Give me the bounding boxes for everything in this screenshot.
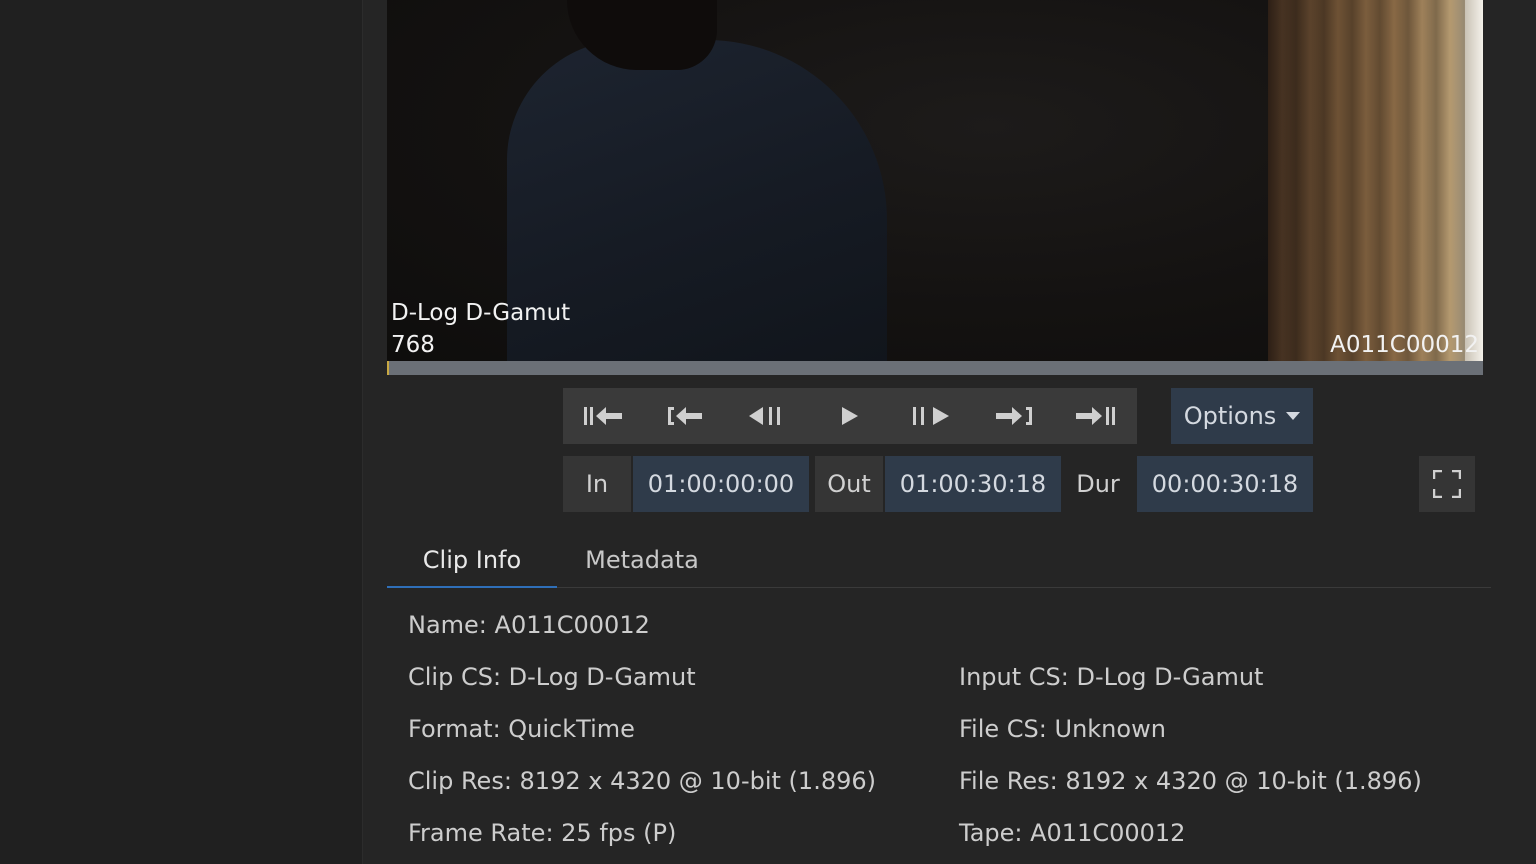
- clip-name-info: Name: A011C00012: [408, 611, 650, 639]
- duration-timecode-field[interactable]: 00:00:30:18: [1137, 456, 1313, 512]
- clip-cs-info: Clip CS: D-Log D-Gamut: [408, 663, 696, 691]
- frame-number-overlay: 768: [391, 332, 435, 358]
- step-back-button[interactable]: [727, 388, 809, 444]
- chevron-down-icon: [1286, 412, 1301, 420]
- step-back-icon: [749, 407, 780, 425]
- step-forward-button[interactable]: [891, 388, 973, 444]
- options-dropdown[interactable]: Options: [1171, 388, 1313, 444]
- out-point-button[interactable]: Out: [815, 456, 883, 512]
- tape-info: Tape: A011C00012: [959, 819, 1186, 847]
- clip-name-overlay: A011C00012: [1330, 332, 1479, 358]
- info-tabs: Clip Info Metadata: [387, 533, 1491, 588]
- in-timecode-field[interactable]: 01:00:00:00: [633, 456, 809, 512]
- go-to-start-icon: [584, 407, 622, 425]
- video-frame-curtain: [1268, 0, 1483, 361]
- colorspace-overlay: D-Log D-Gamut: [391, 300, 571, 326]
- go-to-in-icon: [668, 407, 702, 425]
- go-to-end-button[interactable]: [1055, 388, 1137, 444]
- play-button[interactable]: [809, 388, 891, 444]
- clip-res-info: Clip Res: 8192 x 4320 @ 10-bit (1.896): [408, 767, 876, 795]
- input-cs-info: Input CS: D-Log D-Gamut: [959, 663, 1264, 691]
- fullscreen-icon: [1433, 470, 1461, 498]
- go-to-out-button[interactable]: [973, 388, 1055, 444]
- options-label: Options: [1183, 402, 1277, 430]
- go-to-start-button[interactable]: [563, 388, 645, 444]
- in-point-button[interactable]: In: [563, 456, 631, 512]
- go-to-in-button[interactable]: [645, 388, 727, 444]
- video-frame-window: [1465, 0, 1483, 361]
- frame-rate-info: Frame Rate: 25 fps (P): [408, 819, 677, 847]
- file-cs-info: File CS: Unknown: [959, 715, 1166, 743]
- tab-metadata[interactable]: Metadata: [577, 533, 707, 586]
- duration-label: Dur: [1076, 470, 1120, 498]
- go-to-out-icon: [996, 407, 1032, 425]
- file-res-info: File Res: 8192 x 4320 @ 10-bit (1.896): [959, 767, 1422, 795]
- go-to-end-icon: [1076, 407, 1115, 425]
- tab-clip-info[interactable]: Clip Info: [387, 533, 557, 588]
- format-info: Format: QuickTime: [408, 715, 635, 743]
- transport-controls: [563, 388, 1137, 444]
- out-timecode-field[interactable]: 01:00:30:18: [885, 456, 1061, 512]
- play-icon: [842, 407, 858, 425]
- playhead[interactable]: [387, 361, 389, 375]
- fullscreen-button[interactable]: [1419, 456, 1475, 512]
- video-viewer[interactable]: D-Log D-Gamut 768 A011C00012: [387, 0, 1483, 361]
- timeline-scrubber[interactable]: [387, 361, 1483, 375]
- step-forward-icon: [913, 407, 949, 425]
- left-panel: [0, 0, 363, 864]
